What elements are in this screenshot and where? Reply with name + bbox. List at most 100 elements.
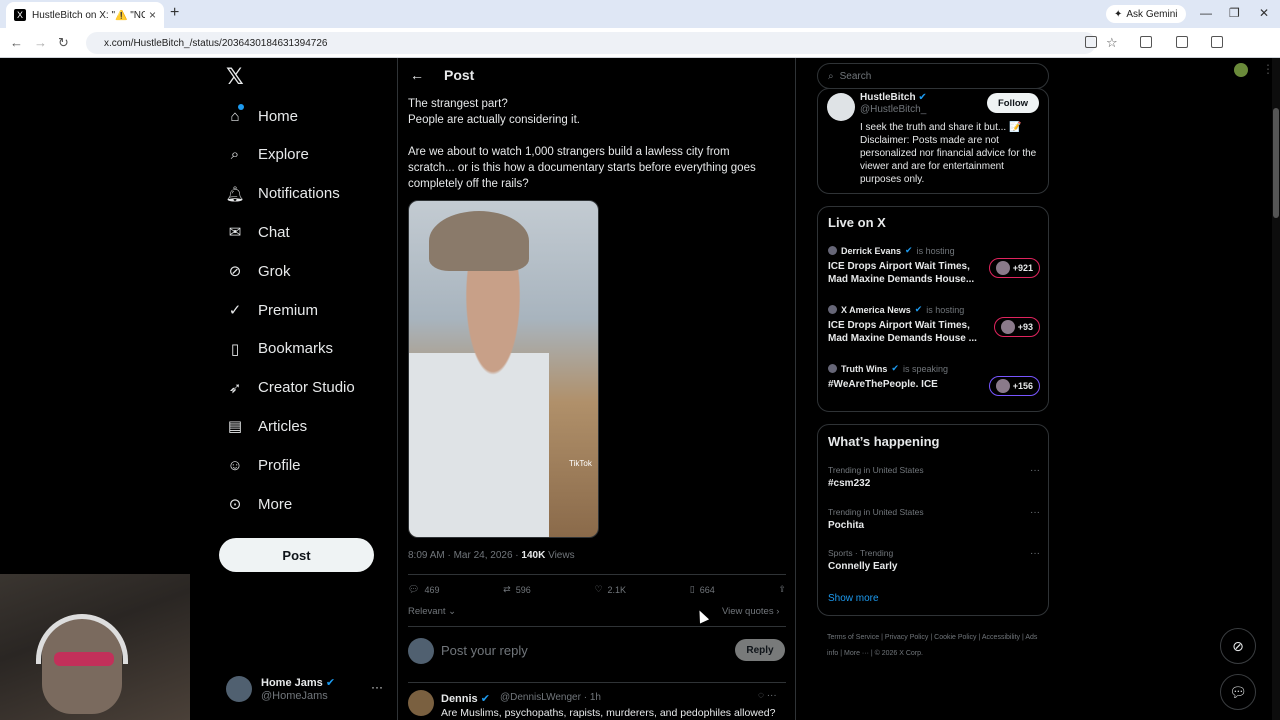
live-title: ICE Drops Airport Wait Times, Mad Maxine… (828, 320, 977, 344)
live-title: ICE Drops Airport Wait Times, Mad Maxine… (828, 261, 975, 285)
trend-item[interactable]: Trending in United States Pochita ··· (828, 507, 1040, 531)
nav-item-label: Grok (258, 262, 291, 280)
x-logo-icon[interactable]: 𝕏 (226, 64, 244, 90)
more-icon[interactable]: ◌ ··· (758, 690, 777, 701)
footer-link[interactable]: Cookie Policy (934, 634, 976, 641)
footer-link[interactable]: Terms of Service (827, 634, 879, 641)
footer-link[interactable]: © 2026 X Corp. (875, 650, 923, 657)
profile-card: HustleBitch ✔ @HustleBitch_ Follow I see… (817, 88, 1049, 194)
article-icon: ▤ (227, 418, 243, 436)
verified-icon: ✔ (325, 677, 336, 689)
nav-item-notifications[interactable]: 🔔︎ Notifications (225, 179, 339, 209)
account-name: Home Jams ✔ (261, 677, 336, 689)
nav-item-chat[interactable]: ✉ Chat (226, 217, 290, 247)
install-icon[interactable] (1085, 36, 1097, 48)
grok-fab-icon[interactable]: ⊘ (1220, 628, 1256, 664)
extensions-icon[interactable] (1140, 36, 1152, 48)
sort-dropdown[interactable]: Relevant ⌄ (408, 606, 456, 617)
show-more-link[interactable]: Show more (828, 593, 879, 604)
nav-item-profile[interactable]: ☺ Profile (226, 450, 301, 480)
trends-title: What’s happening (828, 434, 940, 449)
streamer-headset (36, 614, 128, 664)
account-switcher[interactable]: Home Jams ✔ @HomeJams ··· (226, 672, 386, 706)
reload-icon[interactable]: ↻ (58, 35, 69, 51)
search-placeholder: Search (839, 70, 872, 82)
profile-bio: I seek the truth and share it but... 📝 D… (860, 122, 1037, 185)
close-window-icon[interactable]: ✕ (1259, 6, 1269, 20)
nav-item-explore[interactable]: ⌕ Explore (226, 140, 309, 170)
bookmark-action[interactable]: ▯ 664 (690, 584, 715, 595)
live-item[interactable]: Derrick Evans ✔ is hosting ICE Drops Airpo… (828, 245, 1040, 286)
repost-action[interactable]: ⇄ 596 (503, 584, 531, 595)
back-icon[interactable]: ← (10, 35, 23, 50)
verified-icon: ✔ (918, 92, 927, 103)
nav-item-label: Articles (258, 417, 308, 435)
sidebar-icon[interactable] (1176, 36, 1188, 48)
scrollbar-thumb[interactable] (1273, 108, 1279, 218)
follow-button[interactable]: Follow (987, 93, 1039, 113)
back-arrow-icon[interactable]: ← (410, 67, 424, 83)
post-text-line2: People are actually considering it. (408, 114, 580, 126)
live-item[interactable]: Truth Wins ✔ is speaking #WeAreThePeople. … (828, 363, 1040, 396)
reply-action[interactable]: 💬︎ 469 (408, 584, 439, 595)
footer-link[interactable]: Accessibility (982, 634, 1020, 641)
listener-count: +156 (988, 376, 1040, 396)
footer-link[interactable]: More ··· (844, 650, 869, 657)
nav-item-label: Profile (258, 456, 301, 474)
more-icon[interactable]: ··· (371, 680, 383, 694)
trend-item[interactable]: Sports · Trending Connelly Early ··· (828, 548, 1040, 572)
nav-item-articles[interactable]: ▤ Articles (226, 411, 307, 441)
gemini-label: Ask Gemini (1126, 8, 1178, 20)
trend-context: Trending in United States (828, 465, 924, 475)
nav-item-home[interactable]: ⌂ Home (226, 101, 298, 131)
profile-name[interactable]: HustleBitch ✔ (860, 92, 927, 103)
forward-icon[interactable]: → (34, 35, 47, 50)
trend-topic: Pochita (828, 519, 865, 531)
like-action[interactable]: ♡ 2.1K (594, 584, 626, 595)
tiktok-watermark: TikTok (569, 459, 592, 468)
close-tab-icon[interactable]: × (149, 8, 156, 22)
webcam-overlay (0, 574, 190, 720)
post-text-para2: Are we about to watch 1,000 strangers bu… (408, 146, 756, 190)
share-action[interactable]: ⇪ (778, 584, 786, 595)
media-icon[interactable] (1211, 36, 1223, 48)
more-icon[interactable]: ··· (1030, 548, 1040, 559)
bookmark-icon: ▯ (230, 340, 240, 358)
live-card: Live on X Derrick Evans ✔ is hosting ICE D… (817, 206, 1049, 412)
trend-topic: #csm232 (828, 478, 871, 489)
avatar (1000, 320, 1015, 334)
scrollbar[interactable] (1272, 58, 1280, 720)
restore-icon[interactable]: ❐ (1229, 6, 1240, 20)
profile-avatar[interactable] (1234, 63, 1248, 77)
live-item[interactable]: X America News ✔ is hosting ICE Drops Airp… (828, 304, 1040, 345)
more-icon[interactable]: ··· (1030, 507, 1040, 518)
chat-fab-icon[interactable]: 💬︎ (1220, 674, 1256, 710)
nav-item-bookmarks[interactable]: ▯ Bookmarks (226, 334, 333, 364)
url-field[interactable]: x.com/HustleBitch_/status/20364301846313… (86, 32, 1096, 54)
search-field[interactable]: ⌕ Search (817, 63, 1049, 89)
post-timestamp[interactable]: 8:09 AM · Mar 24, 2026 · (408, 550, 521, 561)
trend-context: Trending in United States (828, 506, 924, 517)
more-icon[interactable]: ··· (1030, 465, 1040, 476)
minimize-icon[interactable]: — (1200, 6, 1212, 20)
nav-item-creator-studio[interactable]: ➶ Creator Studio (226, 373, 355, 403)
bookmark-star-icon[interactable]: ☆ (1106, 35, 1118, 51)
browser-tab[interactable]: X HustleBitch on X: "⚠️ "NO × (6, 2, 164, 28)
views-label: Views (545, 550, 575, 561)
new-tab-icon[interactable]: + (170, 4, 179, 22)
reply-button[interactable]: Reply (735, 639, 785, 661)
view-quotes-link[interactable]: View quotes › (722, 606, 779, 617)
heart-icon: ♡ (594, 584, 603, 594)
reply-input[interactable]: Post your reply (441, 643, 528, 658)
avatar[interactable] (827, 93, 855, 121)
avatar (828, 364, 837, 373)
nav-item-more[interactable]: ⊙ More (226, 489, 292, 519)
nav-item-grok[interactable]: ⊘ Grok (226, 256, 291, 286)
nav-item-premium[interactable]: ✓ Premium (226, 295, 318, 325)
ask-gemini-button[interactable]: ✦ Ask Gemini (1106, 5, 1186, 23)
person-icon: ☺ (227, 456, 243, 474)
post-button[interactable]: Post (219, 538, 374, 572)
footer-link[interactable]: Privacy Policy (885, 634, 929, 641)
trend-item[interactable]: Trending in United States #csm232 ··· (828, 465, 1040, 489)
post-video[interactable]: TikTok (408, 200, 599, 538)
